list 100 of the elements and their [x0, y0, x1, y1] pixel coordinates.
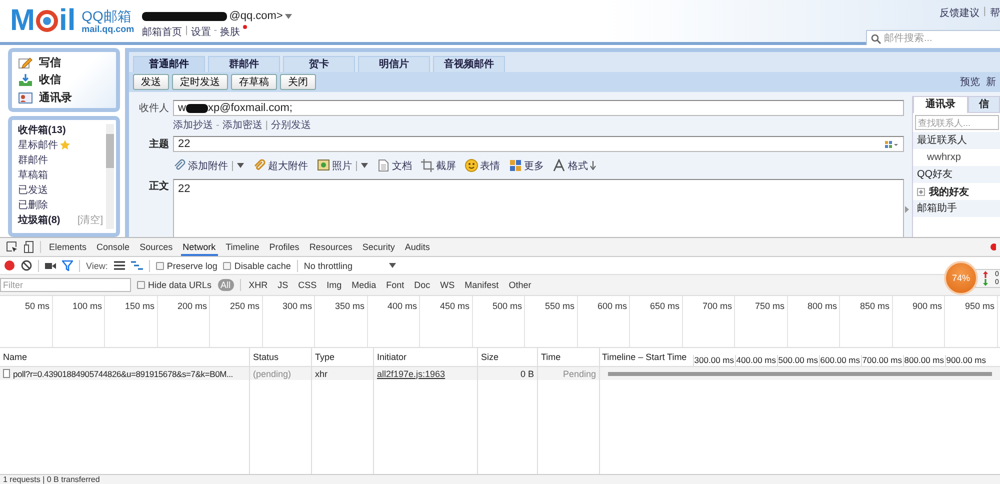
capture-screenshots-button[interactable] [45, 262, 56, 270]
type-filter[interactable]: XHR [246, 279, 270, 291]
folder-item[interactable]: 草稿箱 [18, 168, 48, 182]
editor-tool[interactable]: 超大附件 [253, 158, 308, 173]
type-filter[interactable]: Media [350, 279, 378, 291]
link[interactable]: 分别发送 [270, 118, 311, 132]
folder-item[interactable]: 已发送 [18, 182, 48, 196]
editor-tool[interactable]: 文档 [377, 158, 412, 173]
panel-tab[interactable]: Sources [138, 238, 175, 256]
compose-tab[interactable]: 音视频邮件 [433, 56, 505, 72]
column-header[interactable]: Status [253, 352, 279, 362]
compose-button[interactable]: 存草稿 [231, 74, 277, 90]
column-header[interactable]: Initiator [377, 352, 407, 362]
compose-button[interactable]: 发送 [133, 74, 169, 90]
link[interactable]: 新 [986, 75, 996, 89]
editor-tool[interactable]: 表情 [465, 158, 500, 173]
filter-button[interactable] [62, 260, 73, 271]
link[interactable]: 设置 [190, 25, 211, 39]
initiator-link[interactable]: all2f197e.js:1963 [377, 368, 446, 378]
panel-tab[interactable]: 通讯录 [913, 96, 968, 113]
column-header[interactable]: Time [541, 352, 561, 362]
tick-label: 850 ms [860, 301, 890, 311]
panel-tab[interactable]: Network [180, 238, 218, 256]
star-icon [60, 140, 70, 150]
large-rows-button[interactable] [114, 261, 125, 270]
editor-tool[interactable]: 照片 [317, 158, 368, 173]
tick-label: 300.00 ms [693, 355, 735, 366]
up-arrow-icon [983, 270, 988, 278]
sidebar-action[interactable]: 通讯录 [18, 88, 110, 106]
scrollbar[interactable] [106, 124, 114, 229]
compose-tab[interactable]: 贺卡 [283, 56, 355, 72]
checkbox[interactable]: Disable cache [223, 260, 291, 270]
clear-button[interactable] [21, 260, 32, 271]
contact-search-field[interactable]: 查找联系人... [915, 115, 999, 130]
link[interactable]: 预览 [960, 75, 980, 89]
panel-tab[interactable]: Elements [47, 238, 89, 256]
down-arrow-icon [590, 161, 596, 170]
overview-button[interactable] [130, 261, 143, 270]
panel-tab[interactable]: Console [94, 238, 132, 256]
folder-item[interactable]: 群邮件 [18, 152, 48, 166]
editor-tool[interactable]: 更多 [509, 158, 544, 173]
checkbox[interactable]: Hide data URLs [137, 280, 212, 290]
panel-tab[interactable]: 信 [968, 96, 1000, 113]
type-filter[interactable]: CSS [296, 279, 319, 291]
column-header[interactable]: Size [481, 352, 499, 362]
type-filter[interactable]: WS [438, 279, 457, 291]
panel-tab[interactable]: Security [360, 238, 397, 256]
link[interactable]: 帮 [990, 6, 1000, 20]
tick-label: 400.00 ms [735, 355, 777, 366]
recipient-field[interactable]: w xp@foxmail.com; [173, 100, 904, 116]
search-input[interactable]: 邮件搜索... [884, 33, 994, 44]
scrollbar-thumb[interactable] [106, 134, 114, 168]
filter-field[interactable]: Filter [0, 278, 131, 292]
panel-tab[interactable]: Audits [402, 238, 432, 256]
link[interactable]: 添加抄送 [173, 118, 213, 132]
editor-tool[interactable]: 格式 [553, 158, 596, 173]
panel-tab[interactable]: Resources [307, 238, 354, 256]
panel-tab[interactable]: Profiles [267, 238, 302, 256]
logo-domain: mail.qq.com [82, 24, 134, 34]
table-cell: (pending) [253, 368, 292, 378]
compose-button[interactable]: 关闭 [280, 74, 316, 90]
type-filter[interactable]: Manifest [462, 279, 501, 291]
link[interactable]: 添加密送 [222, 118, 262, 132]
folder-item[interactable]: 收件箱(13) [18, 122, 66, 136]
column-header[interactable]: Timeline – Start Time [600, 352, 693, 362]
error-icon [990, 243, 996, 251]
record-button[interactable] [4, 260, 15, 271]
panel-tab[interactable]: Timeline [224, 238, 262, 256]
link[interactable]: 反馈建议 [939, 6, 980, 20]
link[interactable]: 换肤 [220, 25, 240, 39]
column-header[interactable]: Type [315, 352, 335, 362]
subject-field[interactable]: 22 [173, 136, 904, 152]
compose-tab[interactable]: 群邮件 [208, 56, 280, 72]
folder-item[interactable]: 星标邮件 [18, 138, 58, 152]
inspect-icon [6, 241, 18, 253]
type-filter[interactable]: Img [324, 279, 344, 291]
tick-label: 50 ms [24, 301, 50, 311]
editor-tool[interactable]: 添加附件 [173, 158, 244, 173]
throttling-dropdown[interactable]: No throttling [304, 260, 396, 270]
type-filter[interactable]: JS [276, 279, 290, 291]
sidebar-action[interactable]: 收信 [18, 71, 110, 89]
checkbox[interactable]: Preserve log [156, 260, 218, 270]
body-editor[interactable]: 22 [173, 179, 904, 237]
compose-tab[interactable]: 普通邮件 [133, 56, 205, 72]
folder-item[interactable]: 已删除 [18, 198, 48, 212]
folder-item[interactable]: 垃圾箱(8) [18, 212, 60, 226]
group-item[interactable]: 我的好友 [913, 183, 1000, 200]
type-filter[interactable]: Doc [412, 279, 432, 291]
type-filter[interactable]: Other [506, 279, 534, 291]
contact-item[interactable]: wwhrxp [913, 149, 1000, 166]
link[interactable]: 邮箱首页 [142, 25, 182, 39]
tick-label: 650 ms [650, 301, 680, 311]
compose-button[interactable]: 定时发送 [172, 74, 228, 90]
compose-tab[interactable]: 明信片 [358, 56, 430, 72]
sidebar-action[interactable]: 写信 [18, 54, 110, 72]
type-filter[interactable]: Font [384, 279, 406, 291]
editor-tool[interactable]: 截屏 [421, 158, 456, 173]
column-header[interactable]: Name [3, 352, 28, 362]
caret-icon [361, 163, 368, 168]
tick-label: 950 ms [964, 301, 994, 311]
